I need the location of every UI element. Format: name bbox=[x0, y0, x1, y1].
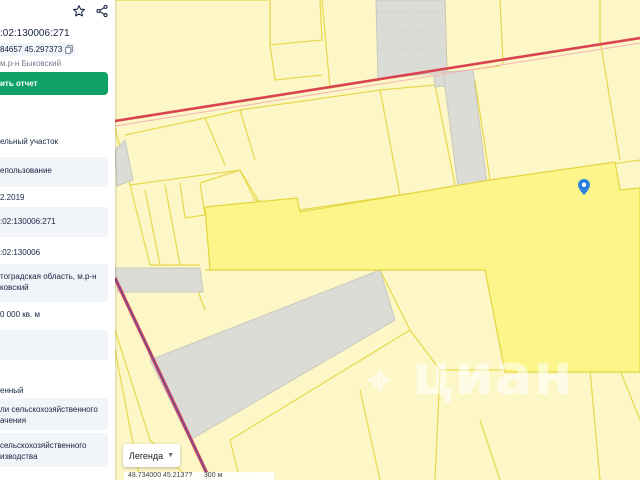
info-row-text: 0 000 кв. м bbox=[0, 310, 40, 319]
chevron-down-icon: ▼ bbox=[167, 452, 175, 459]
parcel-info-panel: :02:130006:271 84657 45.297373 м.р-н Бык… bbox=[0, 0, 115, 480]
coordinate-readout: 48.734000 45.2137? bbox=[128, 472, 193, 479]
coordinate-bar: 48.734000 45.2137? 300 м bbox=[124, 472, 274, 480]
info-row-category: ельный участок bbox=[0, 136, 108, 148]
info-row-usage: епользование bbox=[0, 157, 108, 187]
coordinates-chip[interactable]: 84657 45.297373 bbox=[0, 43, 76, 56]
panel-actions bbox=[72, 4, 109, 18]
info-row-date: 2.2019 bbox=[0, 192, 108, 204]
info-row-text: сельскохозяйственного bbox=[0, 441, 87, 450]
info-row-text: ли сельскохозяйственного bbox=[0, 405, 98, 414]
info-row-address: тоградская область, м.р-н ковский bbox=[0, 264, 108, 302]
info-row-text: епользование bbox=[0, 166, 52, 175]
watermark: ⌖ циан bbox=[368, 348, 573, 404]
share-icon[interactable] bbox=[95, 4, 109, 18]
info-row-text: ковский bbox=[0, 283, 29, 292]
cadastral-number-title: :02:130006:271 bbox=[0, 28, 70, 39]
info-row-text: ельный участок bbox=[0, 137, 59, 146]
location-pin-icon[interactable] bbox=[578, 179, 590, 195]
info-row-area: 0 000 кв. м bbox=[0, 309, 108, 321]
info-row-text: тоградская область, м.р-н bbox=[0, 272, 97, 281]
info-row-text: 2.2019 bbox=[0, 193, 25, 202]
legend-button[interactable]: Легенда ▼ bbox=[123, 444, 180, 467]
info-row-text: :02:130006 bbox=[0, 248, 41, 257]
info-row-text: ачения bbox=[0, 416, 27, 425]
info-row-cadastral-number: :02:130006:271 bbox=[0, 207, 108, 237]
legend-label: Легенда bbox=[128, 450, 164, 461]
order-report-button[interactable]: ить отчет bbox=[0, 72, 108, 95]
info-row-cadastral-quarter: :02:130006 bbox=[0, 247, 108, 259]
watermark-text: циан bbox=[412, 343, 574, 408]
info-row-empty bbox=[0, 330, 108, 360]
copy-icon[interactable] bbox=[65, 45, 74, 54]
info-row-text: енный bbox=[0, 386, 24, 395]
info-row-text: изводства bbox=[0, 452, 38, 461]
star-icon[interactable] bbox=[72, 4, 86, 18]
scale-label: 300 м bbox=[203, 472, 223, 479]
district-label: м.р-н Быковский bbox=[0, 59, 62, 68]
info-row-status: енный bbox=[0, 385, 108, 397]
coordinates-text: 84657 45.297373 bbox=[0, 45, 63, 54]
info-row-land-category: ли сельскохозяйственного ачения bbox=[0, 398, 108, 430]
info-row-text: :02:130006:271 bbox=[0, 217, 56, 226]
watermark-pin-icon: ⌖ bbox=[368, 358, 392, 404]
info-row-permitted-use: сельскохозяйственного изводства bbox=[0, 433, 108, 467]
